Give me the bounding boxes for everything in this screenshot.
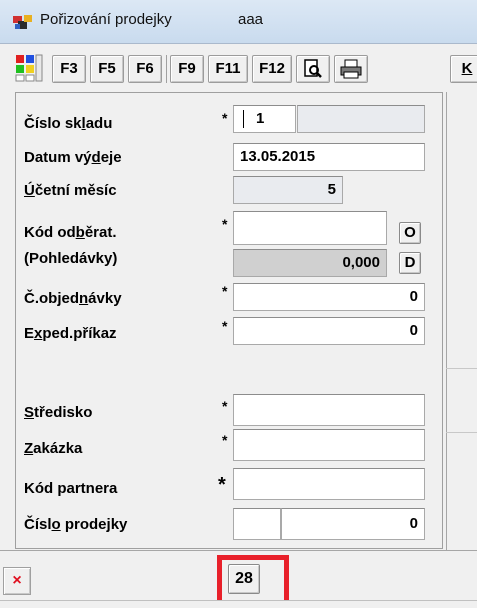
zakazka-input[interactable] [233,429,425,461]
status-strip [0,600,477,608]
label-pohledavky: (Pohledávky) [24,250,118,267]
kod-odberat-input[interactable] [233,211,387,245]
kod-partnera-input[interactable] [233,468,425,500]
app-icon [13,15,32,29]
required-marker: * [222,432,228,448]
pohledavky-detail-button[interactable]: D [399,252,421,274]
required-marker: * [222,318,228,334]
label-datum-vydeje: Datum výdeje [24,149,122,166]
required-marker: * [222,216,228,232]
stredisko-input[interactable] [233,394,425,426]
right-panel-divider [446,368,477,369]
required-marker: * [222,110,228,126]
label-zakazka: Zakázka [24,440,83,457]
label-stredisko: Středisko [24,404,93,421]
preview-button[interactable] [296,55,330,83]
f6-button[interactable]: F6 [128,55,162,83]
f11-button[interactable]: F11 [208,55,248,83]
right-panel [446,92,477,550]
label-ucetni-mesic: Účetní měsíc [24,182,117,199]
color-grid-icon[interactable] [15,54,43,82]
exped-prikaz-input[interactable]: 0 [233,317,425,345]
label-exped-prikaz: Exped.příkaz [24,325,117,342]
record-count-button[interactable]: 28 [228,564,260,594]
text-cursor [243,110,244,128]
cislo-objednavky-input[interactable]: 0 [233,283,425,311]
cislo-prodejky-prefix-input[interactable] [233,508,281,540]
datum-vydeje-input[interactable]: 13.05.2015 [233,143,425,171]
preview-icon [304,59,322,78]
odberatel-lookup-button[interactable]: O [399,222,421,244]
f5-button[interactable]: F5 [90,55,124,83]
f12-button[interactable]: F12 [252,55,292,83]
k-button[interactable]: K [450,55,477,83]
pohledavky-field: 0,000 [233,249,387,277]
label-kod-partnera: Kód partnera [24,480,118,497]
required-marker: * [222,283,228,299]
window-subtitle: aaa [238,11,264,28]
label-kod-odberat: Kód odběrat. [24,224,117,241]
label-cislo-objednavky: Č.objednávky [24,290,122,307]
print-button[interactable] [334,55,368,83]
print-icon [340,59,362,79]
close-button[interactable]: × [3,567,31,595]
f9-button[interactable]: F9 [170,55,204,83]
required-marker: * [218,474,226,496]
cislo-prodejky-input[interactable]: 0 [281,508,425,540]
title-bar: Pořizování prodejky aaa [0,0,477,44]
window-title: Pořizování prodejky [40,11,172,28]
label-cislo-prodejky: Číslo prodejky [24,516,128,533]
cislo-skladu-input[interactable]: 1 [233,105,296,133]
toolbar-separator [166,55,167,83]
label-cislo-skladu: Číslo skladu [24,115,113,132]
ucetni-mesic-field: 5 [233,176,343,204]
right-panel-divider [446,432,477,433]
sklad-name-field [297,105,425,133]
f3-button[interactable]: F3 [52,55,86,83]
required-marker: * [222,398,228,414]
